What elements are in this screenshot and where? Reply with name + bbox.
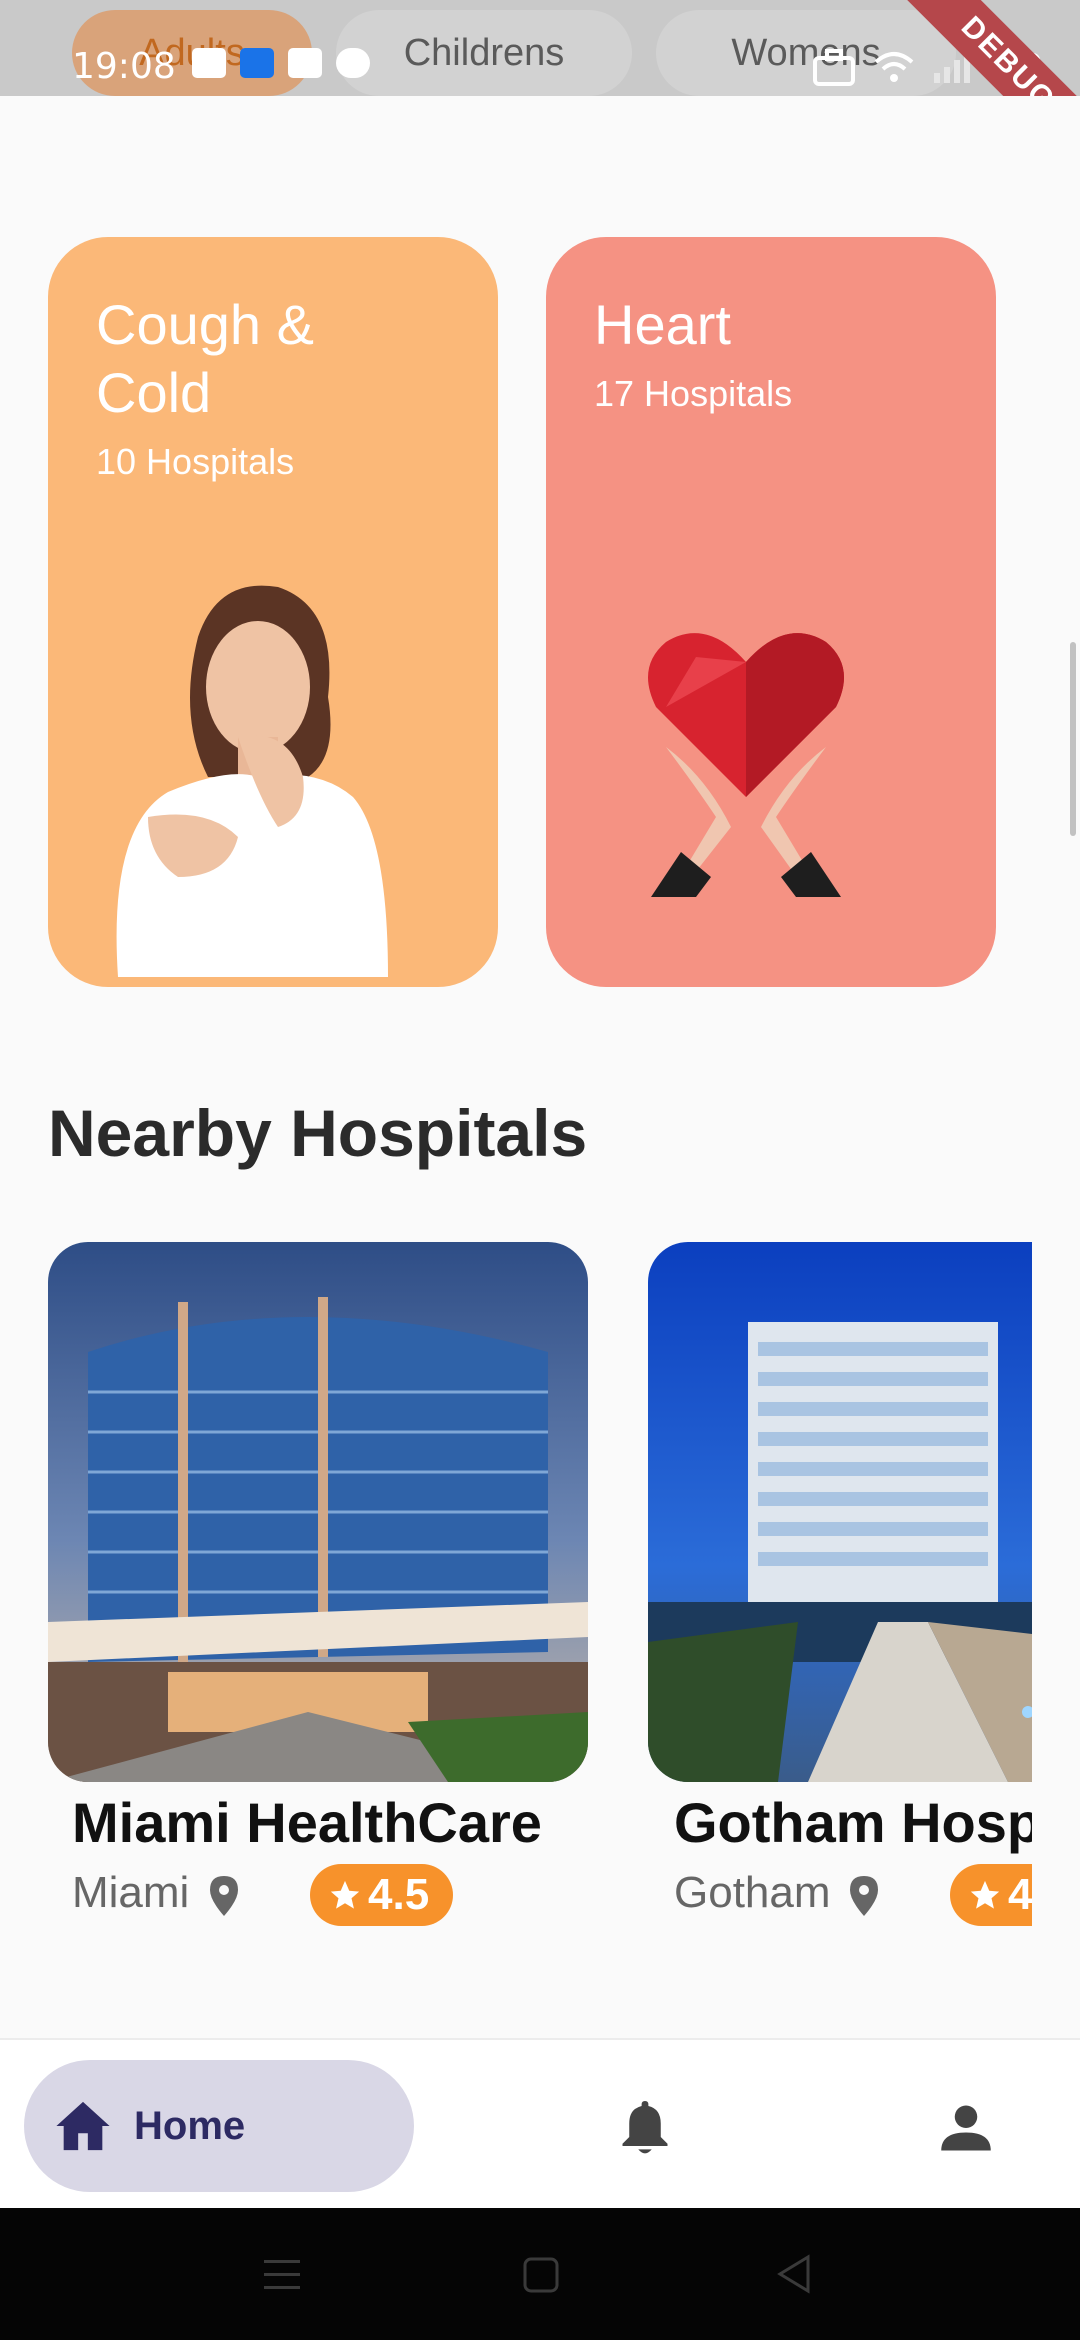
section-title: Nearby Hospitals <box>48 1096 588 1170</box>
hospital-city: Gotham <box>674 1868 831 1917</box>
location-pin-icon <box>850 1876 878 1916</box>
category-title: Cough & Cold <box>96 293 314 424</box>
home-icon <box>56 2101 110 2151</box>
hospital-building-photo <box>648 1322 1032 1782</box>
category-subtitle: 17 Hospitals <box>594 373 793 414</box>
usb-icon <box>240 48 274 78</box>
heart-in-hands-illustration <box>648 633 844 897</box>
category-card-heart[interactable]: Heart 17 Hospitals <box>546 237 996 987</box>
chip-label: Childrens <box>403 31 565 74</box>
briefcase-icon <box>813 49 855 86</box>
bell-icon <box>622 2101 668 2154</box>
back-icon[interactable] <box>776 2254 812 2294</box>
hospital-image <box>48 1242 588 1782</box>
rating-badge: 4.5 <box>950 1864 1032 1926</box>
star-icon <box>330 1880 360 1909</box>
nav-notifications-button[interactable] <box>605 2088 685 2168</box>
rating-badge: 4.5 <box>310 1864 454 1926</box>
bottom-navigation: Home <box>0 2038 1080 2208</box>
notification-icons <box>192 48 370 78</box>
coughing-woman-illustration <box>116 585 389 977</box>
top-bar: Adults Childrens Womens 19:08 100 DEBUG <box>0 0 1080 96</box>
status-time: 19:08 <box>72 46 176 87</box>
home-square-icon[interactable] <box>522 2256 560 2294</box>
hospital-image <box>648 1242 1032 1782</box>
star-icon <box>970 1880 1000 1909</box>
hospital-name: Miami HealthCare <box>72 1791 542 1854</box>
system-navigation-bar <box>0 2208 1080 2340</box>
rating-value: 4.5 <box>1008 1870 1032 1919</box>
video-icon <box>192 48 226 78</box>
person-icon <box>941 2105 991 2151</box>
hospital-building-photo <box>48 1297 588 1782</box>
rating-value: 4.5 <box>368 1870 430 1919</box>
category-subtitle: 10 Hospitals <box>96 441 295 482</box>
wifi-icon <box>874 52 914 82</box>
hospital-name: Gotham Hospital <box>674 1791 1032 1854</box>
nav-home-label: Home <box>134 2103 246 2148</box>
nav-home-button[interactable]: Home <box>24 2060 414 2192</box>
location-pin-icon <box>210 1876 238 1916</box>
hospital-city: Miami <box>72 1868 190 1917</box>
chip-childrens[interactable]: Childrens <box>336 10 632 96</box>
nav-profile-button[interactable] <box>926 2088 1006 2168</box>
category-title: Heart <box>594 293 731 356</box>
hospital-card-gotham[interactable]: Gotham Hospital Gotham 4.5 <box>648 1230 1032 1950</box>
linkedin-icon <box>288 48 322 78</box>
menu-icon[interactable] <box>262 2258 302 2292</box>
scrollbar-thumb[interactable] <box>1070 642 1076 836</box>
category-card-cough-cold[interactable]: Cough & Cold 10 Hospitals <box>48 237 498 987</box>
cloud-icon <box>336 48 370 78</box>
